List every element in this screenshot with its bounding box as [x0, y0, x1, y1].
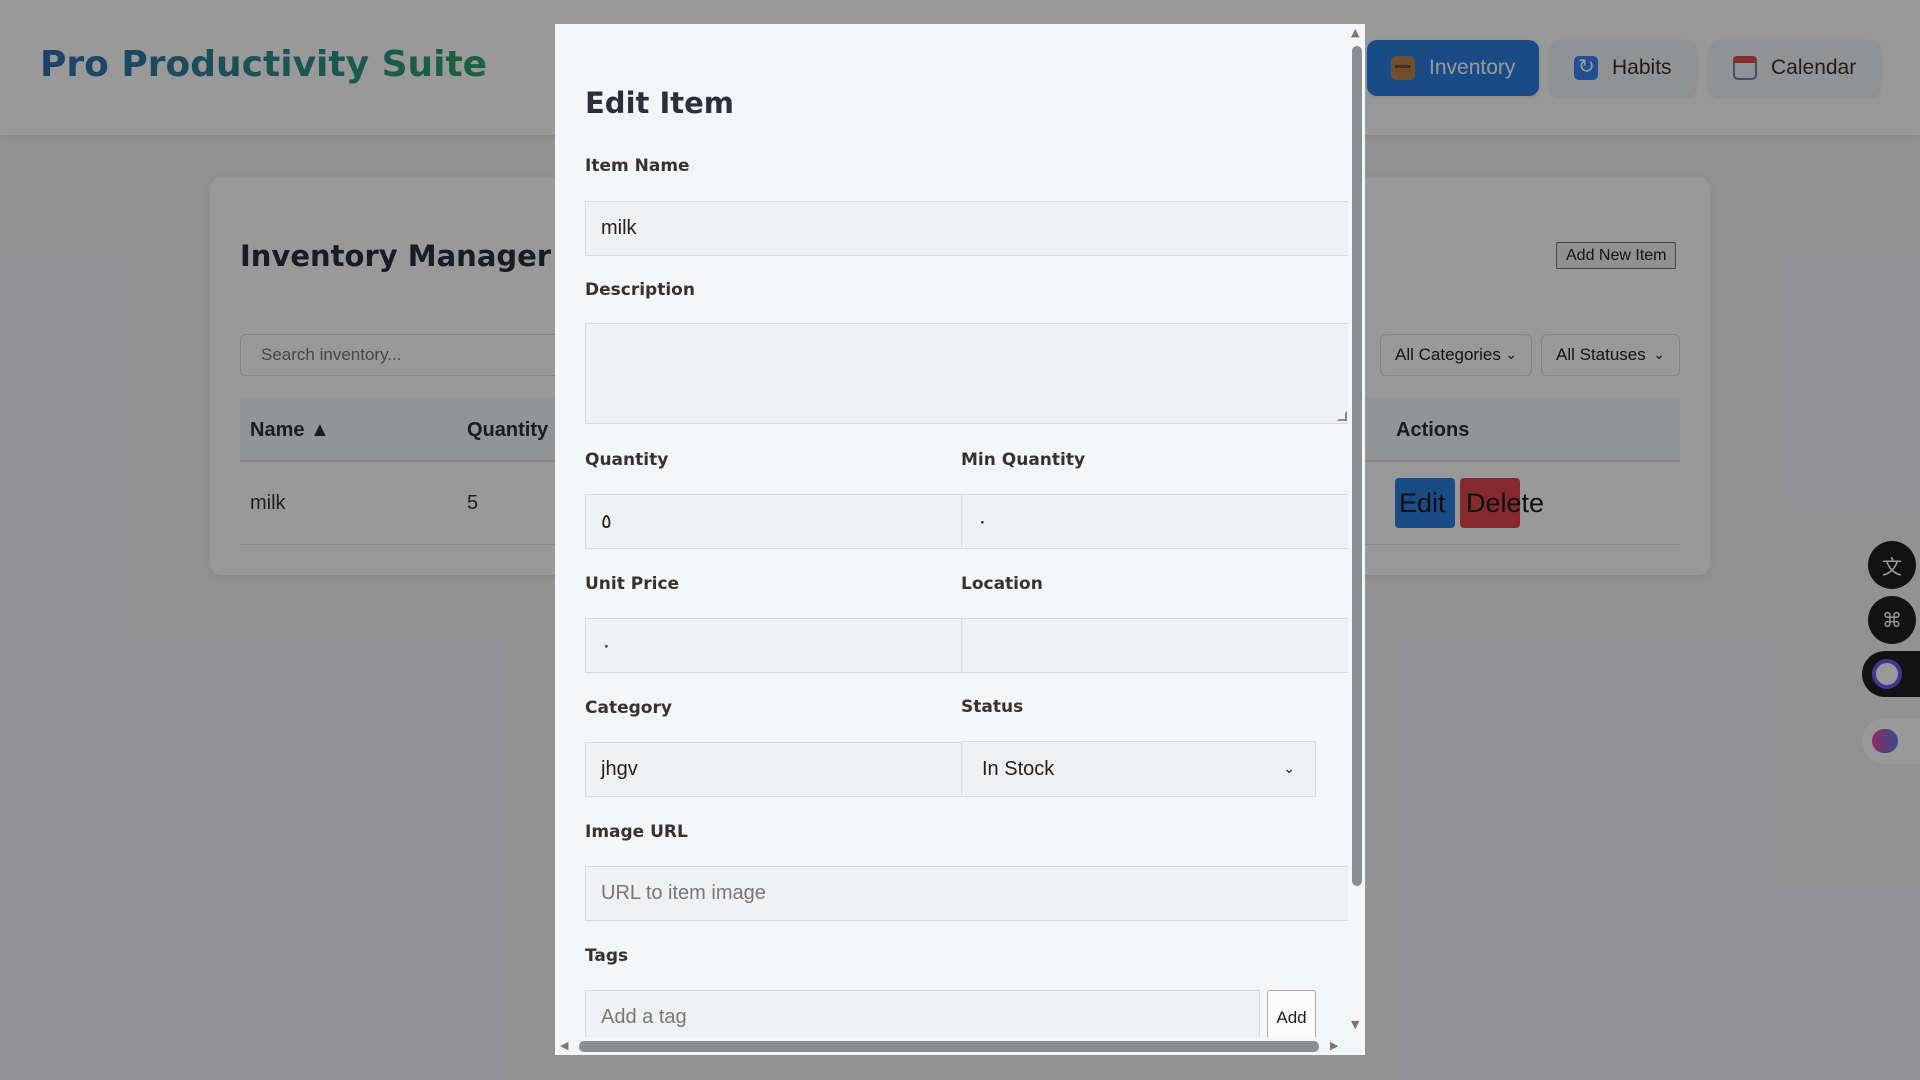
location-label: Location [961, 574, 1043, 594]
image-url-label: Image URL [585, 822, 688, 842]
resize-handle-icon[interactable] [1337, 411, 1347, 421]
quantity-label: Quantity [585, 450, 669, 470]
scroll-left-icon[interactable]: ◀ [560, 1039, 568, 1052]
modal-horizontal-scrollbar[interactable]: ◀ ▶ [555, 1037, 1348, 1055]
modal-vertical-scrollbar[interactable]: ▲ ▼ [1348, 24, 1365, 1036]
status-select[interactable]: In Stock ⌄ [961, 741, 1316, 797]
description-textarea[interactable] [585, 323, 1350, 424]
scroll-up-icon[interactable]: ▲ [1351, 26, 1359, 39]
horizontal-scroll-thumb[interactable] [579, 1041, 1319, 1052]
category-label: Category [585, 698, 672, 718]
item-name-input[interactable]: milk [585, 201, 1350, 256]
scroll-down-icon[interactable]: ▼ [1351, 1018, 1359, 1031]
status-label: Status [961, 697, 1024, 717]
tags-label: Tags [585, 946, 629, 966]
status-select-value: In Stock [982, 757, 1055, 780]
modal-title: Edit Item [585, 86, 735, 120]
location-input[interactable] [961, 618, 1350, 673]
quantity-input[interactable]: ٥ [585, 494, 962, 549]
vertical-scroll-thumb[interactable] [1352, 46, 1362, 886]
item-name-label: Item Name [585, 156, 690, 176]
edit-item-modal: Edit Item Item Name milk Description Qua… [555, 24, 1365, 1055]
description-label: Description [585, 280, 695, 300]
min-quantity-label: Min Quantity [961, 450, 1086, 470]
min-quantity-input[interactable]: ٠ [961, 494, 1350, 549]
unit-price-input[interactable]: ٠ [585, 618, 962, 673]
chevron-down-icon: ⌄ [1283, 761, 1295, 777]
category-input[interactable]: jhgv [585, 742, 962, 797]
image-url-input[interactable]: URL to item image [585, 866, 1350, 921]
unit-price-label: Unit Price [585, 574, 680, 594]
scroll-right-icon[interactable]: ▶ [1330, 1039, 1338, 1052]
